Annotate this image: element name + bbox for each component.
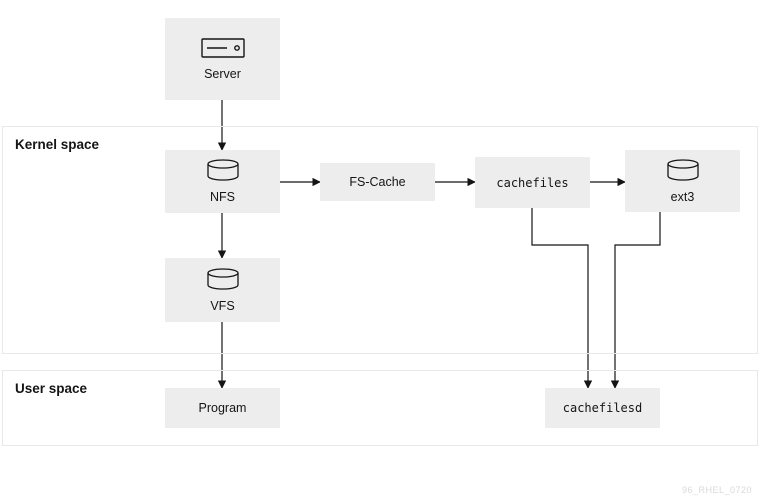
program-node: Program xyxy=(165,388,280,428)
fscache-label: FS-Cache xyxy=(349,175,405,189)
ext3-node: ext3 xyxy=(625,150,740,212)
disk-icon xyxy=(206,268,240,293)
cachefilesd-node: cachefilesd xyxy=(545,388,660,428)
fscache-node: FS-Cache xyxy=(320,163,435,201)
nfs-label: NFS xyxy=(210,190,235,204)
server-icon xyxy=(201,38,245,61)
disk-icon xyxy=(206,159,240,184)
cachefiles-node: cachefiles xyxy=(475,157,590,208)
ext3-label: ext3 xyxy=(671,190,695,204)
kernel-space-label: Kernel space xyxy=(15,137,99,152)
nfs-node: NFS xyxy=(165,150,280,213)
program-label: Program xyxy=(199,401,247,415)
vfs-label: VFS xyxy=(210,299,234,313)
cachefiles-label: cachefiles xyxy=(496,176,568,190)
diagram-id: 96_RHEL_0720 xyxy=(682,485,752,495)
server-node: Server xyxy=(165,18,280,100)
user-space-label: User space xyxy=(15,381,87,396)
cachefilesd-label: cachefilesd xyxy=(563,401,642,415)
vfs-node: VFS xyxy=(165,258,280,322)
disk-icon xyxy=(666,159,700,184)
server-label: Server xyxy=(204,67,241,81)
